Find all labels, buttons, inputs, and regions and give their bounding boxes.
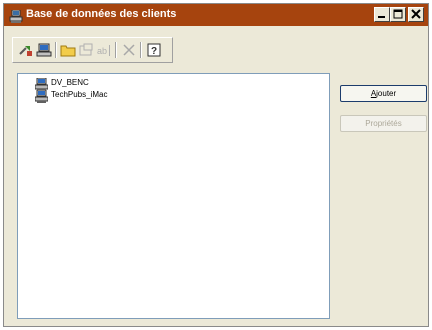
properties-toolbar-button[interactable] bbox=[78, 42, 94, 58]
connect-icon bbox=[19, 46, 32, 56]
toolbar: ab ? bbox=[12, 37, 173, 63]
toolbar-separator bbox=[115, 42, 117, 58]
properties-icon bbox=[79, 43, 93, 56]
client-list[interactable]: DV_BENC TechPubs_iMac bbox=[17, 73, 330, 319]
list-item-label: TechPubs_iMac bbox=[51, 90, 108, 99]
refresh-icon bbox=[36, 43, 52, 57]
close-button[interactable] bbox=[408, 7, 424, 22]
close-icon bbox=[411, 9, 421, 19]
help-button[interactable]: ? bbox=[146, 42, 162, 58]
toolbar-separator bbox=[55, 42, 57, 58]
client-database-icon bbox=[9, 8, 23, 23]
delete-button[interactable] bbox=[121, 42, 137, 58]
svg-text:ab: ab bbox=[97, 46, 107, 56]
toolbar-separator bbox=[140, 42, 142, 58]
delete-icon bbox=[123, 44, 135, 56]
folder-icon bbox=[60, 45, 76, 57]
add-button[interactable]: Ajouter bbox=[340, 85, 427, 102]
minimize-button[interactable] bbox=[374, 7, 390, 22]
client-computer-icon bbox=[34, 88, 49, 103]
minimize-icon bbox=[378, 16, 385, 18]
properties-button-label: Propriétés bbox=[365, 119, 402, 128]
client-database-window: Base de données des clients ab ? DV_BENC… bbox=[3, 3, 429, 327]
svg-text:?: ? bbox=[151, 46, 157, 57]
rename-icon: ab bbox=[97, 45, 110, 56]
properties-button[interactable]: Propriétés bbox=[340, 115, 427, 132]
connect-button[interactable] bbox=[18, 42, 34, 58]
title-bar[interactable]: Base de données des clients bbox=[4, 4, 428, 26]
maximize-icon bbox=[393, 9, 403, 19]
window-title: Base de données des clients bbox=[26, 8, 177, 20]
help-icon: ? bbox=[147, 43, 161, 57]
maximize-button[interactable] bbox=[390, 7, 406, 22]
rename-button[interactable]: ab bbox=[96, 42, 112, 58]
refresh-button[interactable] bbox=[36, 42, 52, 58]
add-button-label: jouter bbox=[376, 89, 397, 98]
folder-button[interactable] bbox=[60, 42, 76, 58]
